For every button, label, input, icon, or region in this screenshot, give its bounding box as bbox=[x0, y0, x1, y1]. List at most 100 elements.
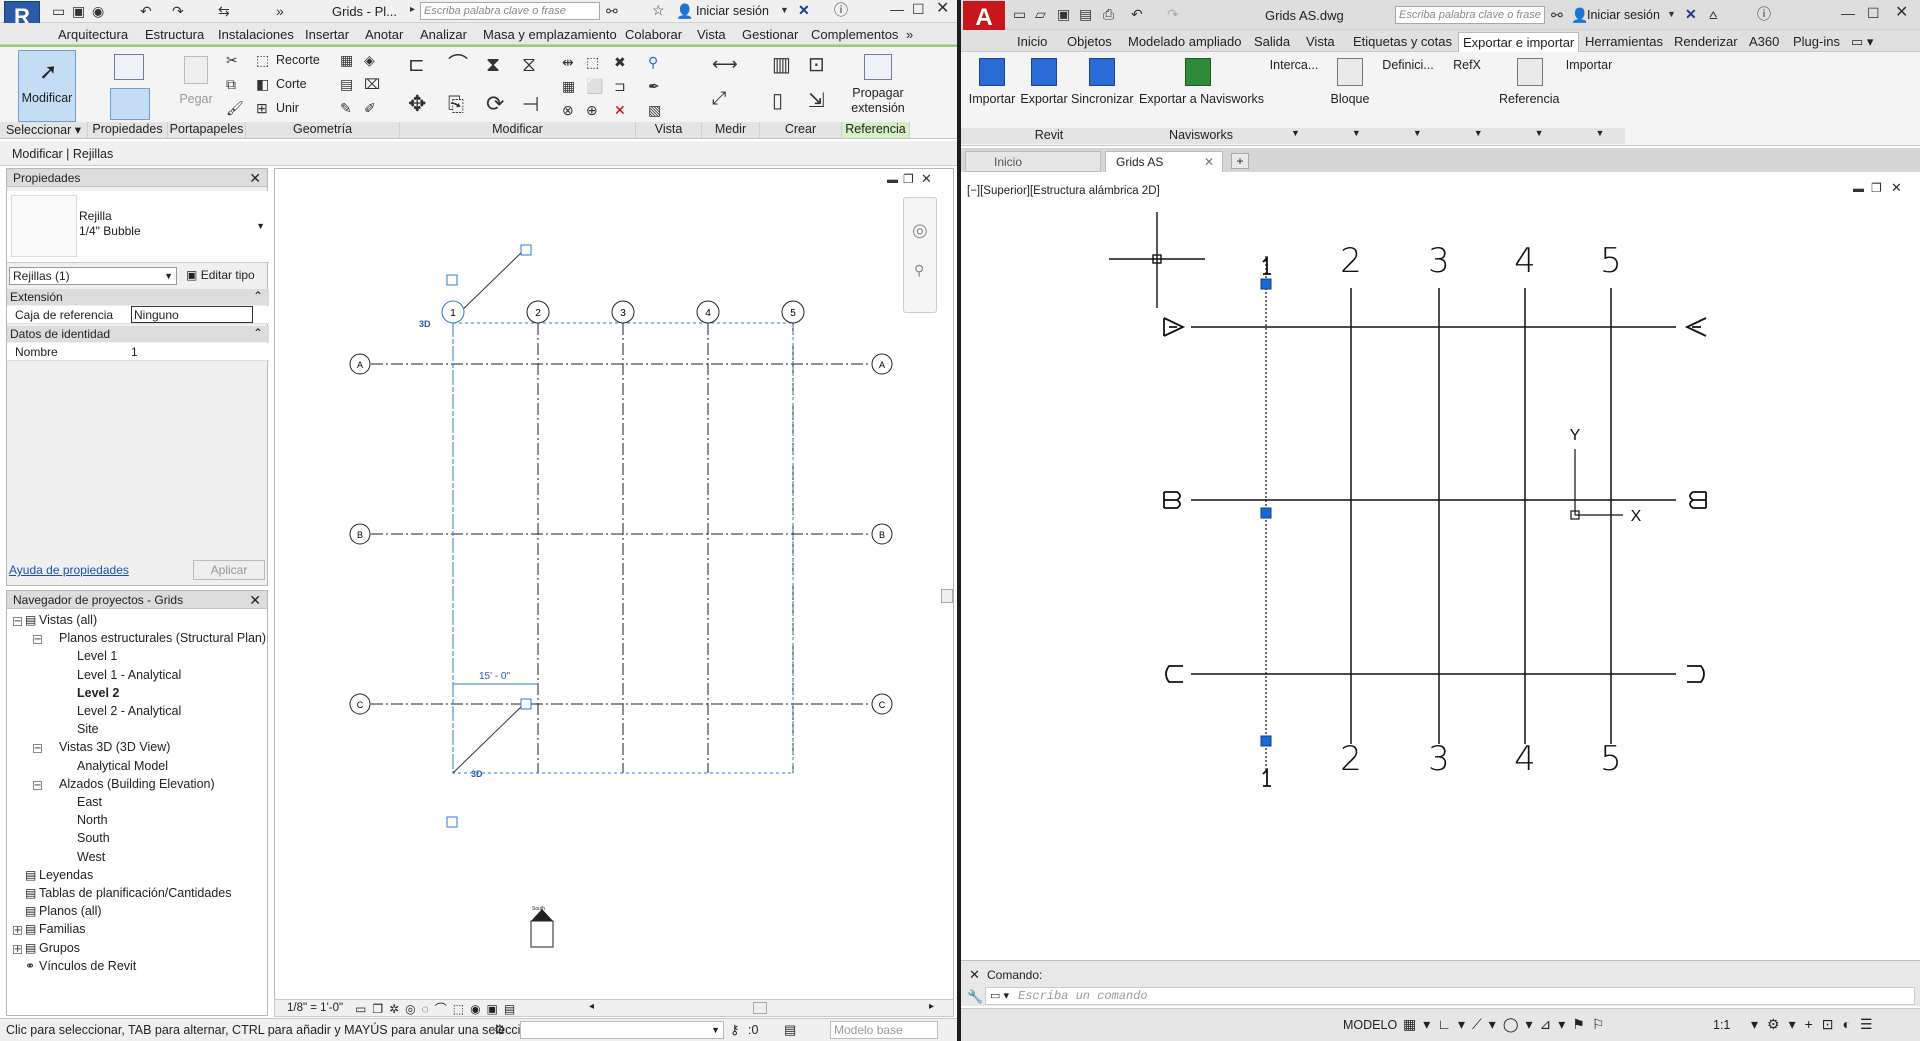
pin-icon[interactable]: ⊕ bbox=[586, 103, 598, 117]
expand-toggle-icon[interactable]: − bbox=[33, 779, 42, 791]
revit-search-input[interactable]: Escriba palabra clave o frase bbox=[420, 2, 600, 20]
align-icon[interactable]: ⊏ bbox=[408, 55, 425, 75]
cope-icon[interactable]: ⬚ bbox=[256, 53, 269, 67]
properties-button[interactable] bbox=[110, 50, 150, 122]
browser-item[interactable]: Vínculos de Revit bbox=[39, 959, 136, 973]
new-tab-button[interactable]: + bbox=[1231, 153, 1249, 169]
mirror-icon[interactable]: ⧗ bbox=[486, 55, 500, 75]
command-input[interactable]: ▭ ▾ Escriba un comando bbox=[985, 987, 1915, 1005]
maximize-icon[interactable]: ☐ bbox=[1867, 6, 1880, 20]
scale-icon[interactable]: ⬜ bbox=[586, 79, 603, 93]
expand-toggle-icon[interactable]: + bbox=[13, 942, 22, 955]
open-icon[interactable]: ▭ bbox=[52, 4, 65, 18]
minimize-icon[interactable]: — bbox=[1841, 6, 1855, 20]
browser-item[interactable]: Vistas 3D (3D View) bbox=[59, 740, 170, 754]
status-tools-icons[interactable]: ▦▾∟▾⟋▾◯▾⊿▾⚑⚐ bbox=[1403, 1016, 1611, 1033]
gap-icon[interactable]: ⬚ bbox=[586, 55, 599, 69]
copy-icon[interactable]: ⧉ bbox=[226, 77, 236, 91]
menu-analizar[interactable]: Analizar bbox=[420, 27, 467, 42]
a360-icon[interactable]: ⩟ bbox=[1709, 7, 1718, 21]
rotate-icon[interactable]: ⟳ bbox=[486, 93, 504, 115]
unpin-icon[interactable]: ⊗ bbox=[562, 103, 574, 117]
unjoin-icon[interactable]: ✖ bbox=[614, 55, 626, 69]
create-similar-icon[interactable]: ⇲ bbox=[808, 91, 825, 111]
expand-toggle-icon[interactable]: − bbox=[33, 742, 42, 755]
copy-element-icon[interactable]: ⎘ bbox=[448, 95, 464, 115]
panel-seleccionar[interactable]: Seleccionar ▾ bbox=[0, 122, 88, 138]
browser-item[interactable]: Analytical Model bbox=[77, 759, 168, 773]
menu-gestionar[interactable]: Gestionar bbox=[742, 27, 798, 42]
browser-item[interactable]: East bbox=[77, 795, 102, 809]
xref-button[interactable]: RefX bbox=[1439, 54, 1495, 120]
lock-icon[interactable]: ⊐ bbox=[614, 79, 626, 93]
mirror-draw-icon[interactable]: ⧖ bbox=[522, 55, 536, 75]
dim-text[interactable]: 15' - 0" bbox=[479, 671, 510, 682]
exchange-icon[interactable]: ✕ bbox=[1685, 7, 1697, 21]
more-qat-icon[interactable]: » bbox=[276, 4, 284, 18]
redo-icon[interactable]: ↷ bbox=[1167, 7, 1179, 21]
menu-options-icon[interactable]: ▭ ▾ bbox=[1851, 34, 1873, 50]
definition-button[interactable]: Definici... bbox=[1379, 54, 1437, 120]
tag-3d-bottom[interactable]: 3D bbox=[471, 769, 483, 779]
assembly-icon[interactable]: ▥ bbox=[772, 55, 791, 75]
menu-masa[interactable]: Masa y emplazamiento bbox=[483, 27, 617, 42]
measure-icon[interactable]: ⇆ bbox=[218, 4, 230, 18]
split-face-icon[interactable]: ◈ bbox=[364, 53, 375, 67]
demolish-icon[interactable]: ⌧ bbox=[364, 77, 380, 91]
trim-icon[interactable]: ⊣ bbox=[522, 95, 539, 115]
menu-salida[interactable]: Salida bbox=[1254, 34, 1290, 49]
browser-item[interactable]: Grupos bbox=[39, 941, 80, 955]
menu-vista[interactable]: Vista bbox=[1306, 34, 1335, 49]
browser-item[interactable]: Level 1 bbox=[77, 649, 117, 663]
view-control-icons[interactable]: ▭❐✲◎◌⌒⬚◉▣▤ bbox=[355, 1000, 521, 1017]
offset-icon[interactable]: ⌒ bbox=[448, 55, 468, 75]
menu-vista[interactable]: Vista bbox=[697, 27, 726, 42]
override-icon[interactable]: ✒ bbox=[648, 79, 660, 93]
browser-item[interactable]: South bbox=[77, 831, 110, 845]
dimension-icon[interactable]: ⟷ bbox=[712, 55, 738, 73]
browser-item[interactable]: Alzados (Building Elevation) bbox=[59, 777, 215, 791]
edit-type-button[interactable]: ▣ Editar tipo bbox=[183, 266, 267, 286]
lock-bottom[interactable] bbox=[520, 698, 532, 710]
cut-geom-icon[interactable]: ◧ bbox=[256, 77, 269, 91]
command-close-icon[interactable]: ✕ bbox=[969, 967, 980, 983]
binoculars-icon[interactable]: ⚯ bbox=[1551, 8, 1563, 22]
browser-item[interactable]: Leyendas bbox=[39, 868, 93, 882]
browser-item[interactable]: Vistas (all) bbox=[39, 613, 97, 627]
workset-dropdown[interactable]: ▼ bbox=[520, 1021, 724, 1039]
cope-label[interactable]: Recorte bbox=[276, 53, 320, 67]
print-icon[interactable]: ⎙ bbox=[1103, 7, 1114, 21]
join-icon[interactable]: ⊞ bbox=[256, 101, 268, 115]
array-icon[interactable]: ▦ bbox=[562, 79, 575, 93]
split-icon[interactable]: ⇹ bbox=[562, 55, 574, 69]
tab-inicio[interactable]: Inicio bbox=[965, 151, 1101, 172]
menu-insertar[interactable]: Insertar bbox=[305, 27, 349, 42]
aligned-dim-icon[interactable]: ⤢ bbox=[712, 89, 726, 107]
export-navisworks-button[interactable]: Exportar a Navisworks bbox=[1139, 54, 1264, 120]
browser-item[interactable]: Level 2 bbox=[77, 686, 119, 700]
menu-modelado[interactable]: Modelado ampliado bbox=[1128, 34, 1241, 49]
cut-geom-label[interactable]: Corte bbox=[276, 77, 307, 91]
close-icon[interactable]: ✕ bbox=[936, 1, 949, 17]
modify-button[interactable]: ➚ Modificar bbox=[18, 50, 76, 122]
import-button[interactable]: Importar bbox=[1561, 54, 1617, 120]
reference-button[interactable]: Referencia bbox=[1499, 54, 1559, 120]
delete-icon[interactable]: ✕ bbox=[614, 103, 626, 117]
browser-item[interactable]: West bbox=[77, 850, 105, 864]
create-group-icon[interactable]: ▯ bbox=[772, 91, 783, 111]
tag-3d-top[interactable]: 3D bbox=[419, 319, 431, 329]
pick-icon[interactable]: ✎ bbox=[340, 101, 352, 115]
user-icon[interactable]: 👤 bbox=[1571, 8, 1588, 22]
grip[interactable] bbox=[1260, 735, 1272, 747]
saveas-icon[interactable]: ▤ bbox=[1079, 7, 1092, 21]
help-icon[interactable]: ⓘ bbox=[1757, 7, 1771, 21]
menu-arquitectura[interactable]: Arquitectura bbox=[58, 27, 128, 42]
menu-renderizar[interactable]: Renderizar bbox=[1674, 34, 1738, 49]
properties-close-icon[interactable]: ✕ bbox=[249, 170, 261, 187]
move-icon[interactable]: ✥ bbox=[408, 93, 426, 115]
new-icon[interactable]: ▭ bbox=[1013, 7, 1026, 21]
dropdown-icon[interactable]: ▼ bbox=[780, 6, 789, 15]
maximize-icon[interactable]: ☐ bbox=[912, 2, 925, 16]
menu-herramientas[interactable]: Herramientas bbox=[1585, 34, 1663, 49]
cut-icon[interactable]: ✂ bbox=[226, 53, 238, 67]
